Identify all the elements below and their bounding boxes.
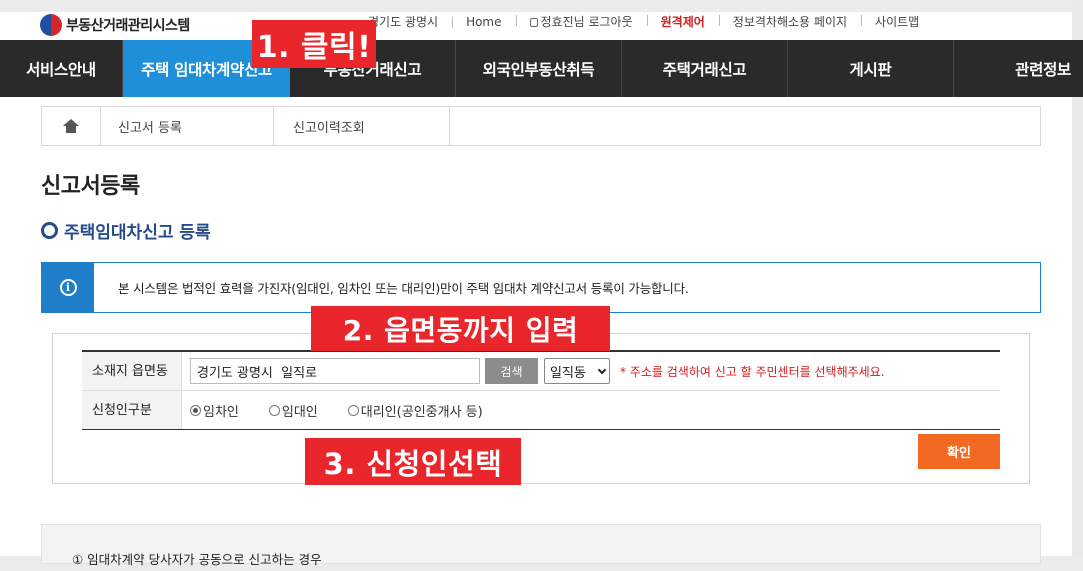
home-icon xyxy=(63,119,79,133)
logo-text: 부동산거래관리시스템 xyxy=(66,18,190,34)
address-input[interactable] xyxy=(190,358,480,384)
radio-label: 대리인(공인중개사 등) xyxy=(360,404,483,420)
dong-selected-value: 일직동 xyxy=(550,365,586,381)
tab-history[interactable]: 신고이력조회 xyxy=(274,107,450,145)
radio-label: 임대인 xyxy=(281,404,318,420)
confirm-button[interactable]: 확인 xyxy=(918,434,1000,469)
radio-button[interactable] xyxy=(347,404,359,416)
remote-control-link[interactable]: 원격제어 xyxy=(646,13,719,30)
chevron-down-icon xyxy=(597,365,607,374)
breadcrumb: 신고서 등록 신고이력조회 xyxy=(41,106,1041,146)
address-search-button[interactable]: 검색 xyxy=(485,358,538,384)
annotation-step2: 2. 읍면동까지 입력 xyxy=(311,306,610,351)
dong-select[interactable]: 일직동 xyxy=(544,358,610,384)
main-nav: 서비스안내 주택 임대차계약신고 부동산거래신고 외국인부동산취득 주택거래신고… xyxy=(0,40,1083,97)
nav-item-housing-report[interactable]: 주택거래신고 xyxy=(622,40,788,97)
nav-item-board[interactable]: 게시판 xyxy=(788,40,954,97)
taegeuk-logo-icon xyxy=(40,14,62,36)
site-logo[interactable]: 부동산거래관리시스템 xyxy=(40,14,190,36)
address-label: 소재지 읍면동 xyxy=(82,352,182,390)
info-icon-area: i xyxy=(42,263,94,312)
info-icon: i xyxy=(59,279,77,296)
radio-landlord[interactable]: 임대인 xyxy=(268,401,318,420)
section-title-text: 주택임대차신고 등록 xyxy=(64,223,211,243)
form-row-address: 소재지 읍면동 검색 일직동 * 주소를 검색하여 신고 할 주민센터를 선택해… xyxy=(82,352,1000,391)
tab-register[interactable]: 신고서 등록 xyxy=(101,107,274,145)
radio-label: 임차인 xyxy=(203,404,239,420)
radio-button[interactable] xyxy=(268,404,280,416)
page-title: 신고서등록 xyxy=(41,174,140,199)
address-hint: * 주소를 검색하여 신고 할 주민센터를 선택해주세요. xyxy=(620,364,885,379)
breadcrumb-home[interactable] xyxy=(42,107,101,145)
radio-tenant[interactable]: 임차인 xyxy=(190,401,239,420)
circle-bullet-icon xyxy=(41,222,58,239)
radio-button[interactable] xyxy=(190,404,201,416)
applicant-label: 신청인구분 xyxy=(82,391,182,429)
note-text: ① 임대차계약 당사자가 공동으로 신고하는 경우 xyxy=(72,552,322,567)
home-link[interactable]: Home xyxy=(452,15,515,29)
lock-icon xyxy=(529,18,538,27)
window-edge-top xyxy=(0,0,1083,12)
annotation-step3: 3. 신청인선택 xyxy=(305,438,521,485)
info-text: 본 시스템은 법적인 효력을 가진자(임대인, 임차인 또는 대리인)만이 주택… xyxy=(118,281,689,296)
region-label: 경기도 광명시 xyxy=(368,15,439,29)
annotation-step1: 1. 클릭! xyxy=(252,20,376,68)
nav-item-related-info[interactable]: 관련정보 xyxy=(954,40,1083,97)
logout-link[interactable]: 정효진님 로그아웃 xyxy=(515,13,647,30)
radio-agent[interactable]: 대리인(공인중개사 등) xyxy=(347,401,483,420)
address-cell: 검색 일직동 * 주소를 검색하여 신고 할 주민센터를 선택해주세요. xyxy=(182,352,1000,390)
nav-item-foreigner-acquisition[interactable]: 외국인부동산취득 xyxy=(456,40,622,97)
sitemap-link[interactable]: 사이트맵 xyxy=(861,13,933,30)
utility-bar: 경기도 광명시 Home 정효진님 로그아웃 원격제어 정보격차해소용 페이지 … xyxy=(368,13,933,30)
applicant-cell: 임차인 임대인 대리인(공인중개사 등) xyxy=(182,391,1000,429)
logout-label: 정효진님 로그아웃 xyxy=(540,15,633,29)
accessibility-page-link[interactable]: 정보격차해소용 페이지 xyxy=(718,13,861,30)
nav-item-service-guide[interactable]: 서비스안내 xyxy=(0,40,123,97)
register-form: 소재지 읍면동 검색 일직동 * 주소를 검색하여 신고 할 주민센터를 선택해… xyxy=(82,350,1000,430)
form-row-applicant: 신청인구분 임차인 임대인 대리인(공인중개사 등) xyxy=(82,391,1000,429)
section-title: 주택임대차신고 등록 xyxy=(41,218,211,243)
